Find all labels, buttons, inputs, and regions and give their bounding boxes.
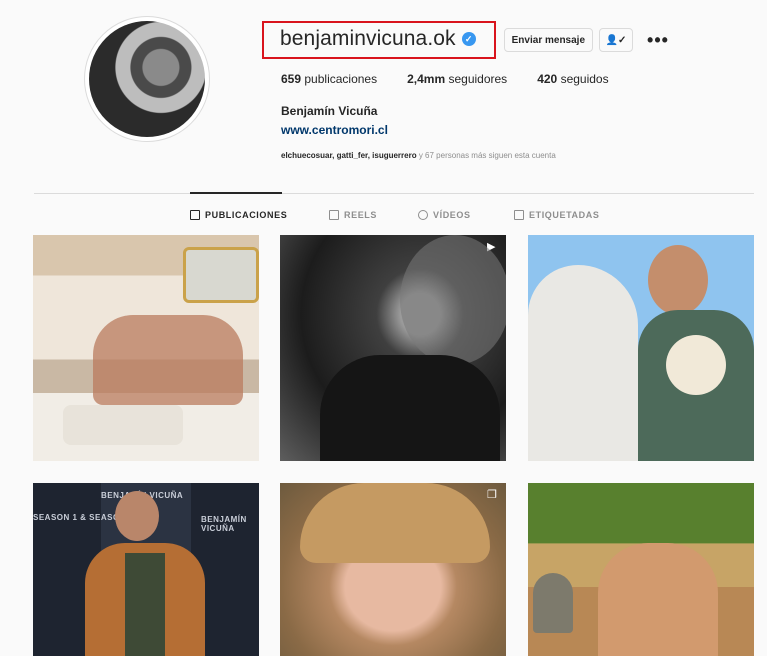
tshirt-shape: [125, 553, 165, 656]
send-message-button[interactable]: Enviar mensaje: [503, 28, 594, 52]
handle-highlight-box: benjaminvicuna.ok ✓: [262, 21, 496, 59]
followers-count: 2,4mm: [407, 72, 446, 86]
post-thumbnail-premiere[interactable]: BENJAMÍN VICUÑA BENJAMÍN VICUÑA SEASON 1…: [33, 483, 259, 656]
followers-label: seguidores: [448, 72, 508, 86]
tab-label: REELS: [344, 210, 378, 220]
profile-website-link[interactable]: www.centromori.cl: [281, 123, 388, 137]
tab-videos[interactable]: VÍDEOS: [418, 210, 471, 220]
people-shape: [598, 543, 718, 656]
man-face-shape: [115, 491, 159, 541]
foliage-shape: [528, 483, 754, 543]
post-thumbnail-garden[interactable]: [528, 483, 754, 656]
shoulder-shape: [320, 355, 500, 461]
posts-stat: 659 publicaciones: [281, 72, 377, 86]
carousel-badge-icon: ❐: [487, 489, 497, 501]
followed-by-text[interactable]: elchuecosuar, gatti_fer, isuguerrero y 6…: [281, 151, 556, 160]
followed-by-names: elchuecosuar, gatti_fer, isuguerrero: [281, 151, 417, 160]
followed-by-rest: y 67 personas más siguen esta cuenta: [416, 151, 556, 160]
tag-icon: [514, 210, 524, 220]
post-thumbnail-horse-puppy[interactable]: [528, 235, 754, 461]
posts-label: publicaciones: [304, 72, 378, 86]
mirror-shape: [183, 247, 259, 303]
avatar-photo: [89, 21, 205, 137]
followers-stat[interactable]: 2,4mm seguidores: [407, 72, 507, 86]
tab-reels[interactable]: REELS: [329, 210, 377, 220]
verified-badge-icon: ✓: [461, 32, 476, 46]
people-shape: [93, 315, 243, 405]
tab-label: VÍDEOS: [433, 210, 471, 220]
following-label: seguidos: [560, 72, 609, 86]
video-icon: [418, 210, 428, 220]
tabs-divider: [34, 193, 754, 194]
reels-icon: [329, 210, 339, 220]
person-check-icon: 👤✓: [605, 34, 627, 46]
post-thumbnail-family[interactable]: [33, 235, 259, 461]
profile-stats: 659 publicaciones 2,4mm seguidores 420 s…: [281, 72, 609, 86]
post-thumbnail-child[interactable]: ❐: [280, 483, 506, 656]
grid-icon: [190, 210, 200, 220]
statue-shape: [533, 573, 573, 633]
tab-publicaciones[interactable]: PUBLICACIONES: [190, 210, 287, 220]
table-shape: [63, 405, 183, 445]
more-options-icon[interactable]: •••: [647, 30, 669, 51]
puppy-shape: [666, 335, 726, 395]
following-button[interactable]: 👤✓: [599, 28, 634, 52]
hair-shape: [300, 483, 490, 563]
profile-handle: benjaminvicuna.ok: [280, 27, 456, 50]
watermark-text: BENJAMÍN VICUÑA: [201, 515, 247, 533]
horse-shape: [528, 265, 638, 461]
tab-label: ETIQUETADAS: [529, 210, 600, 220]
active-tab-indicator: [190, 192, 282, 194]
tab-etiquetadas[interactable]: ETIQUETADAS: [514, 210, 599, 220]
following-stat[interactable]: 420 seguidos: [537, 72, 608, 86]
tab-label: PUBLICACIONES: [205, 210, 288, 220]
profile-avatar[interactable]: [84, 16, 210, 142]
posts-count: 659: [281, 72, 302, 86]
man-face-shape: [648, 245, 708, 315]
following-count: 420: [537, 72, 558, 86]
post-thumbnail-portrait-bw[interactable]: ▶: [280, 235, 506, 461]
face-shape: [400, 235, 506, 365]
profile-full-name: Benjamín Vicuña: [281, 104, 378, 118]
profile-header-row: benjaminvicuna.ok ✓ Enviar mensaje 👤✓ ••…: [262, 21, 669, 59]
